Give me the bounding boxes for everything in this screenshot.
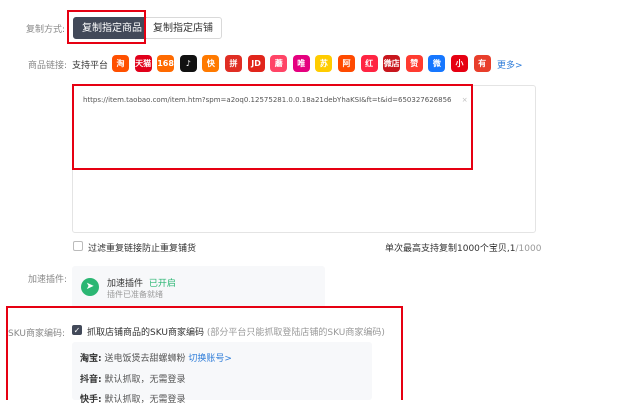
weidian-icon[interactable]: 微店 — [383, 55, 401, 72]
alibaba-icon[interactable]: 阿 — [338, 55, 355, 72]
sku-label: SKU商家编码: — [8, 329, 65, 339]
weidian-blue-icon[interactable]: 微 — [428, 55, 446, 72]
vip-icon[interactable]: 唯 — [292, 55, 310, 72]
1688-icon[interactable]: 1688 — [157, 55, 175, 72]
product-url-textarea[interactable]: https://item.taobao.com/item.htm?spm=a2o… — [72, 85, 536, 233]
accelerator-label: 加速插件: — [28, 275, 68, 285]
filter-duplicates-label: 过滤重复链接防止重复铺货 — [88, 244, 197, 254]
sku-row-platform: 快手: — [80, 395, 102, 405]
suning-icon[interactable]: 苏 — [315, 55, 333, 72]
url-text: https://item.taobao.com/item.htm?spm=a2o… — [83, 96, 452, 104]
like-icon[interactable]: 赞 — [405, 55, 423, 72]
url-entry: https://item.taobao.com/item.htm?spm=a2o… — [83, 96, 468, 104]
copy-limit-text: 单次最高支持复制1000个宝贝,1/1000 — [385, 241, 541, 254]
sku-row-taobao: 淘宝: 送电饭煲去甜螺蛳粉 切换账号> — [80, 351, 232, 364]
xiaohongshu-app-icon[interactable]: 小 — [451, 55, 468, 72]
accelerator-panel: ➤ 加速插件 已开启 插件已准备就绪 — [72, 266, 325, 308]
sku-row-douyin: 抖音: 默认抓取，无需登录 — [80, 372, 186, 385]
douyin-icon[interactable]: ♪ — [179, 55, 197, 72]
copy-mode-label: 复制方式: — [26, 25, 66, 35]
tmall-icon[interactable]: 天猫 — [134, 55, 152, 72]
sku-row-kuaishou: 快手: 默认抓取，无需登录 — [80, 392, 186, 405]
switch-account-link[interactable]: 切换账号> — [188, 354, 232, 364]
close-icon[interactable]: × — [462, 96, 468, 104]
sku-row-platform: 抖音: — [80, 375, 102, 385]
accelerator-status: 已开启 — [148, 279, 176, 289]
more-platforms-link[interactable]: 更多> — [497, 58, 523, 71]
copy-limit-message: 单次最高支持复制1000个宝贝, — [385, 244, 510, 254]
taobao-icon[interactable]: 淘 — [112, 55, 129, 72]
sku-capture-note: (部分平台只能抓取登陆店铺的SKU商家编码) — [206, 328, 385, 338]
filter-duplicates-checkbox[interactable] — [73, 241, 83, 251]
xiaohongshu-icon[interactable]: 红 — [360, 55, 378, 72]
sku-row-platform: 淘宝: — [80, 354, 102, 364]
sku-row-value: 默认抓取，无需登录 — [104, 395, 186, 405]
sku-capture-label: 抓取店铺商品的SKU商家编码 — [87, 328, 204, 338]
sku-row-value: 送电饭煲去甜螺蛳粉 — [104, 354, 186, 364]
copy-product-button[interactable]: 复制指定商品 — [73, 17, 151, 39]
accelerator-subtitle: 插件已准备就绪 — [107, 290, 163, 299]
jd-icon[interactable]: JD — [247, 55, 265, 72]
youzan-icon[interactable]: 有 — [473, 55, 491, 72]
rocket-icon: ➤ — [81, 278, 99, 296]
support-platforms-text: 支持平台 — [72, 61, 109, 71]
sku-capture-text: 抓取店铺商品的SKU商家编码 (部分平台只能抓取登陆店铺的SKU商家编码) — [87, 325, 385, 338]
product-link-label: 商品链接: — [28, 61, 68, 71]
mogujie-icon[interactable]: 蘑 — [270, 55, 288, 72]
kuaishou-icon[interactable]: 快 — [202, 55, 220, 72]
sku-capture-checkbox[interactable]: ✓ — [72, 325, 82, 335]
copy-shop-button[interactable]: 复制指定店铺 — [144, 17, 222, 39]
sku-row-value: 默认抓取，无需登录 — [104, 375, 186, 385]
url-count-total: /1000 — [515, 244, 542, 254]
accelerator-title: 加速插件 — [107, 279, 144, 289]
pinduoduo-icon[interactable]: 拼 — [225, 55, 242, 72]
accelerator-title-row: 加速插件 已开启 — [107, 276, 176, 289]
